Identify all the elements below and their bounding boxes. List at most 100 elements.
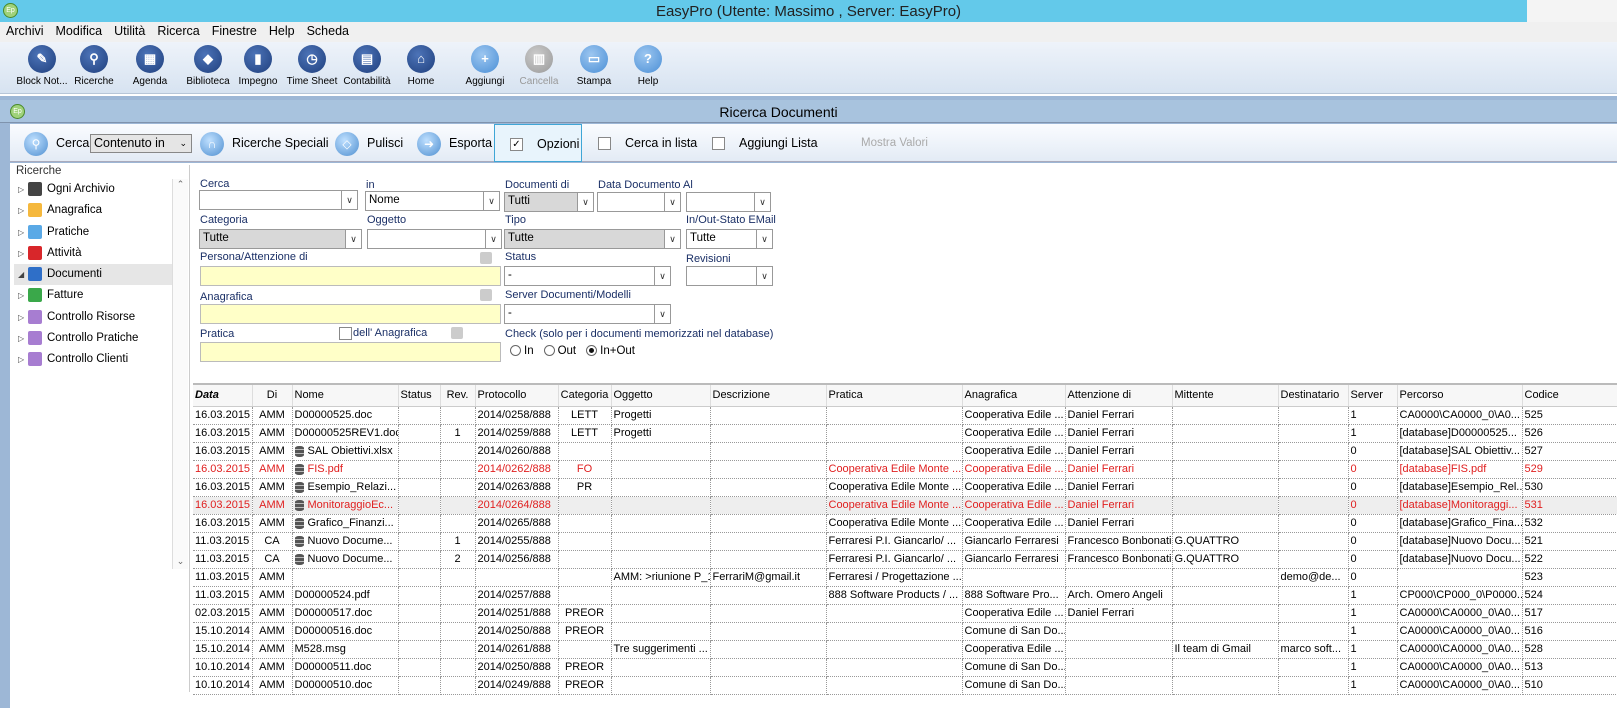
- oggetto-combo[interactable]: ∨: [367, 229, 502, 249]
- table-row[interactable]: 16.03.2015 AMM SAL Obiettivi.xlsx 2014/0260…: [193, 442, 1617, 461]
- toolbar-stampabutton[interactable]: ▭ Stampa: [566, 45, 622, 87]
- sidebar-item-controllo-pratiche[interactable]: ▷ Controllo Pratiche: [14, 328, 172, 349]
- table-row[interactable]: 10.10.2014 AMM D00000510.doc 2014/0249/888 P…: [193, 676, 1617, 695]
- column-header-destinatario[interactable]: Destinatario: [1278, 385, 1349, 407]
- chevron-down-icon[interactable]: ∨: [756, 230, 772, 248]
- inout-stato-select[interactable]: Tutte ∨: [686, 229, 773, 249]
- collapsed-arrow-icon[interactable]: ▷: [18, 285, 28, 306]
- menu-utilità[interactable]: Utilità: [108, 22, 151, 38]
- column-header-server[interactable]: Server: [1348, 385, 1398, 407]
- chevron-down-icon[interactable]: ∨: [654, 267, 670, 285]
- table-row[interactable]: 11.03.2015 AMM D00000524.pdf 2014/0257/888 8…: [193, 586, 1617, 605]
- chevron-down-icon[interactable]: ∨: [654, 305, 670, 323]
- sidebar-item-attivit-[interactable]: ▷ Attività: [14, 243, 172, 264]
- chevron-down-icon[interactable]: ∨: [485, 230, 501, 248]
- menu-modifica[interactable]: Modifica: [50, 22, 109, 38]
- cerca-combo[interactable]: ∨: [199, 190, 358, 210]
- aggiungi-lista-checkbox[interactable]: [712, 137, 725, 151]
- sidebar-item-anagrafica[interactable]: ▷ Anagrafica: [14, 200, 172, 221]
- table-row[interactable]: 10.10.2014 AMM D00000511.doc 2014/0250/888 P…: [193, 658, 1617, 677]
- radio-in-out[interactable]: In+Out: [586, 345, 635, 357]
- anagrafica-input[interactable]: [200, 304, 501, 324]
- table-row[interactable]: 11.03.2015 AMM AMM: >riunione P_1 FerrariM@…: [193, 568, 1617, 587]
- collapsed-arrow-icon[interactable]: ▷: [18, 349, 28, 370]
- toolbar-cancellabutton[interactable]: ▥ Cancella: [511, 45, 567, 87]
- toolbar-contabilit-button[interactable]: ▤ Contabilità: [339, 45, 395, 87]
- ricerche-speciali-button[interactable]: ∩ Ricerche Speciali: [200, 124, 329, 162]
- column-header-percorso[interactable]: Percorso: [1397, 385, 1523, 407]
- chevron-down-icon[interactable]: ∨: [754, 193, 770, 211]
- sidebar-item-documenti[interactable]: ◢ Documenti: [14, 264, 172, 286]
- persona-input[interactable]: [200, 266, 501, 286]
- table-row[interactable]: 16.03.2015 AMM D00000525.doc 2014/0258/888 L…: [193, 406, 1617, 425]
- cerca-button[interactable]: ⚲ Cerca: [24, 124, 89, 162]
- chevron-down-icon[interactable]: ∨: [483, 192, 499, 210]
- collapsed-arrow-icon[interactable]: ▷: [18, 328, 28, 349]
- radio-button[interactable]: [586, 345, 598, 357]
- column-header-di[interactable]: Di: [252, 385, 293, 407]
- table-row[interactable]: 16.03.2015 AMM Grafico_Finanzi... 2014/0265…: [193, 514, 1617, 533]
- column-header-oggetto[interactable]: Oggetto: [611, 385, 711, 407]
- server-select[interactable]: - ∨: [504, 304, 671, 324]
- collapsed-arrow-icon[interactable]: ▷: [18, 179, 28, 200]
- radio-button[interactable]: [543, 345, 555, 357]
- al-date-picker[interactable]: ∨: [686, 192, 771, 212]
- toolbar-helpbutton[interactable]: ? Help: [620, 45, 676, 87]
- menu-finestre[interactable]: Finestre: [206, 22, 263, 38]
- window-controls[interactable]: [1527, 0, 1617, 22]
- expanded-arrow-icon[interactable]: ◢: [18, 264, 28, 285]
- chevron-down-icon[interactable]: ∨: [345, 230, 361, 248]
- column-header-mittente[interactable]: Mittente: [1172, 385, 1279, 407]
- status-select[interactable]: - ∨: [504, 266, 671, 286]
- in-combo[interactable]: Nome ∨: [365, 191, 500, 211]
- chevron-down-icon[interactable]: ∨: [756, 267, 772, 285]
- column-header-protocollo[interactable]: Protocollo: [475, 385, 559, 407]
- table-row[interactable]: 16.03.2015 AMM D00000525REV1.doc 1 2014/0259…: [193, 424, 1617, 443]
- column-header-rev[interactable]: Rev.: [440, 385, 476, 407]
- sidebar-scrollbar[interactable]: ⌃ ⌄: [172, 179, 188, 569]
- radio-out[interactable]: Out: [543, 345, 576, 357]
- esporta-button[interactable]: ➜ Esporta: [417, 124, 492, 162]
- collapsed-arrow-icon[interactable]: ▷: [18, 200, 28, 221]
- table-row[interactable]: 15.10.2014 AMM D00000516.doc 2014/0250/888 P…: [193, 622, 1617, 641]
- collapsed-arrow-icon[interactable]: ▷: [18, 307, 28, 328]
- opzioni-checkbox[interactable]: ✓: [510, 138, 523, 152]
- sidebar-item-controllo-clienti[interactable]: ▷ Controllo Clienti: [14, 349, 172, 370]
- pratica-input[interactable]: [200, 342, 501, 362]
- scroll-down-icon[interactable]: ⌄: [173, 556, 188, 567]
- collapsed-arrow-icon[interactable]: ▷: [18, 222, 28, 243]
- column-header-data[interactable]: Data: [193, 385, 253, 407]
- toolbar-aggiungibutton[interactable]: + Aggiungi: [457, 45, 513, 87]
- table-row[interactable]: 16.03.2015 AMM FIS.pdf 2014/0262/888 FO Coope…: [193, 460, 1617, 479]
- sidebar-item-ogni-archivio[interactable]: ▷ Ogni Archivio: [14, 179, 172, 200]
- sidebar-item-controllo-risorse[interactable]: ▷ Controllo Risorse: [14, 307, 172, 328]
- toolbar-block-not-button[interactable]: ✎ Block Not...: [14, 45, 70, 87]
- column-header-anagrafica[interactable]: Anagrafica: [962, 385, 1066, 407]
- column-header-status[interactable]: Status: [398, 385, 441, 407]
- column-header-categoria[interactable]: Categoria: [558, 385, 612, 407]
- menu-help[interactable]: Help: [263, 22, 301, 38]
- opzioni-toggle[interactable]: ✓ Opzioni: [494, 124, 582, 162]
- menu-scheda[interactable]: Scheda: [301, 22, 355, 38]
- toolbar-time-sheetbutton[interactable]: ◷ Time Sheet: [284, 45, 340, 87]
- menu-ricerca[interactable]: Ricerca: [151, 22, 205, 38]
- cerca-in-lista-checkbox[interactable]: [598, 137, 611, 151]
- column-header-pratica[interactable]: Pratica: [826, 385, 963, 407]
- column-header-descrizione[interactable]: Descrizione: [710, 385, 827, 407]
- categoria-select[interactable]: Tutte ∨: [199, 229, 362, 249]
- sidebar-item-fatture[interactable]: ▷ Fatture: [14, 285, 172, 306]
- mostra-valori-button[interactable]: Mostra Valori: [861, 124, 928, 162]
- menu-archivi[interactable]: Archivi: [0, 22, 50, 38]
- sidebar-item-pratiche[interactable]: ▷ Pratiche: [14, 222, 172, 243]
- scroll-up-icon[interactable]: ⌃: [173, 179, 188, 190]
- chevron-down-icon[interactable]: ∨: [577, 193, 593, 211]
- folder-lookup-icon[interactable]: [451, 327, 463, 339]
- toolbar-agendabutton[interactable]: ▦ Agenda: [122, 45, 178, 87]
- cerca-in-lista-toggle[interactable]: Cerca in lista: [598, 124, 697, 162]
- aggiungi-lista-toggle[interactable]: Aggiungi Lista: [712, 124, 818, 162]
- person-lookup-icon[interactable]: [480, 252, 492, 264]
- collapsed-arrow-icon[interactable]: ▷: [18, 243, 28, 264]
- toolbar-impegnobutton[interactable]: ▮ Impegno: [230, 45, 286, 87]
- column-header-codice[interactable]: Codice: [1522, 385, 1617, 407]
- table-row[interactable]: 16.03.2015 AMM Esempio_Relazi... 2014/0263/…: [193, 478, 1617, 497]
